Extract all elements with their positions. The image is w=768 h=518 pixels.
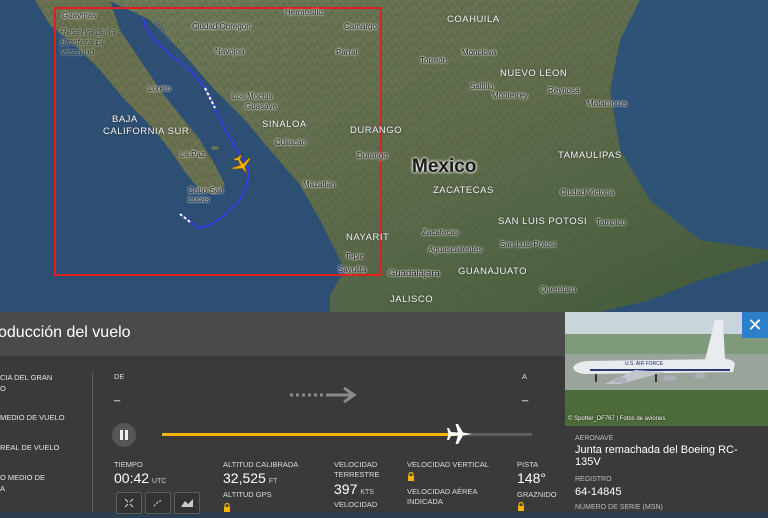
from-value: _ (114, 390, 121, 402)
map-terrain (0, 0, 768, 312)
photo-credit[interactable]: © Spotter_DF767 | Fotos de aviones (568, 416, 665, 422)
lock-icon (408, 472, 414, 481)
speed-label: VELOCIDAD (334, 460, 378, 469)
pause-icon (120, 430, 128, 440)
close-icon: ✕ (747, 315, 763, 335)
nav-item-label: REAL DE VUELO (0, 443, 60, 452)
collapse-icon (124, 498, 134, 508)
nav-item-label: A (0, 484, 6, 493)
route-icon (153, 499, 163, 507)
pause-button[interactable] (112, 423, 136, 447)
chart-icon (181, 499, 193, 507)
playback-progress-bar[interactable] (162, 433, 532, 436)
playback-plane-icon[interactable] (446, 421, 474, 447)
gps-alt-label: ALTITUD GPS (223, 490, 272, 499)
nav-item-label: O (0, 384, 6, 393)
time-label: TIEMPO (114, 460, 143, 469)
collapse-button[interactable] (116, 492, 142, 514)
divider (92, 372, 93, 512)
to-label: A (522, 372, 528, 381)
close-button[interactable]: ✕ (742, 312, 768, 338)
ias-label-2: INDICADA (407, 497, 443, 506)
lock-icon (224, 503, 230, 512)
speed2-label: VELOCIDAD (334, 500, 378, 509)
serial-label: NÚMERO DE SERIE (MSN) (575, 504, 663, 511)
flight-playback-panel: oducción del vuelo CIA DEL GRAN O MEDIO … (0, 312, 565, 514)
alt-value: 32,525 FT (223, 470, 278, 486)
track-value: 148° (517, 470, 546, 486)
time-value: 00:42 UTC (114, 470, 167, 486)
graph-button[interactable] (174, 492, 200, 514)
from-label: DE (114, 372, 125, 381)
nav-item-label: CIA DEL GRAN (0, 373, 53, 382)
nav-item-label: O MEDIO DE (0, 473, 46, 482)
route-arrow-icon (290, 386, 357, 404)
aircraft-photo[interactable]: U.S. AIR FORCE © Spotter_DF767 | Fotos d… (565, 312, 768, 426)
route-button[interactable] (145, 492, 171, 514)
panel-header: oducción del vuelo (0, 312, 565, 356)
registration-label: REGISTRO (575, 476, 612, 483)
nav-item-average-altitude[interactable]: O MEDIO DE A (0, 472, 45, 494)
vs-label: VELOCIDAD VERTICAL (407, 460, 489, 469)
track-label: PISTA (517, 460, 539, 469)
squawk-label: GRAZNIDO (517, 490, 557, 499)
aircraft-info: AERONAVE Junta remachada del Boeing RC-1… (565, 426, 768, 512)
playback-nav: CIA DEL GRAN O MEDIO DE VUELO REAL DE VU… (0, 356, 90, 512)
ias-label: VELOCIDAD AÉREA (407, 487, 478, 496)
aircraft-type-label: AERONAVE (575, 435, 614, 442)
nav-item-average-flight[interactable]: MEDIO DE VUELO (0, 412, 65, 423)
speed-label-2: TERRESTRE (334, 470, 380, 479)
playback-progress-fill (162, 433, 458, 436)
speed-value: 397 KTS (334, 481, 374, 497)
to-value: _ (522, 390, 529, 402)
registration-value: 64-14845 (575, 486, 622, 498)
flight-map[interactable]: Mexico Reserva de la Biosfera El Vizcaín… (0, 0, 768, 312)
aircraft-type-value: Junta remachada del Boeing RC-135V (575, 444, 738, 468)
tail-text: U.S. AIR FORCE (625, 361, 664, 367)
aircraft-photo-image (565, 312, 768, 426)
nav-item-label: MEDIO DE VUELO (0, 413, 65, 422)
panel-title: oducción del vuelo (0, 324, 131, 341)
nav-item-real-flight[interactable]: REAL DE VUELO (0, 442, 59, 453)
alt-label: ALTITUD CALIBRADA (223, 460, 299, 469)
nav-item-great-circle[interactable]: CIA DEL GRAN O (0, 372, 52, 394)
lock-icon (518, 502, 524, 511)
